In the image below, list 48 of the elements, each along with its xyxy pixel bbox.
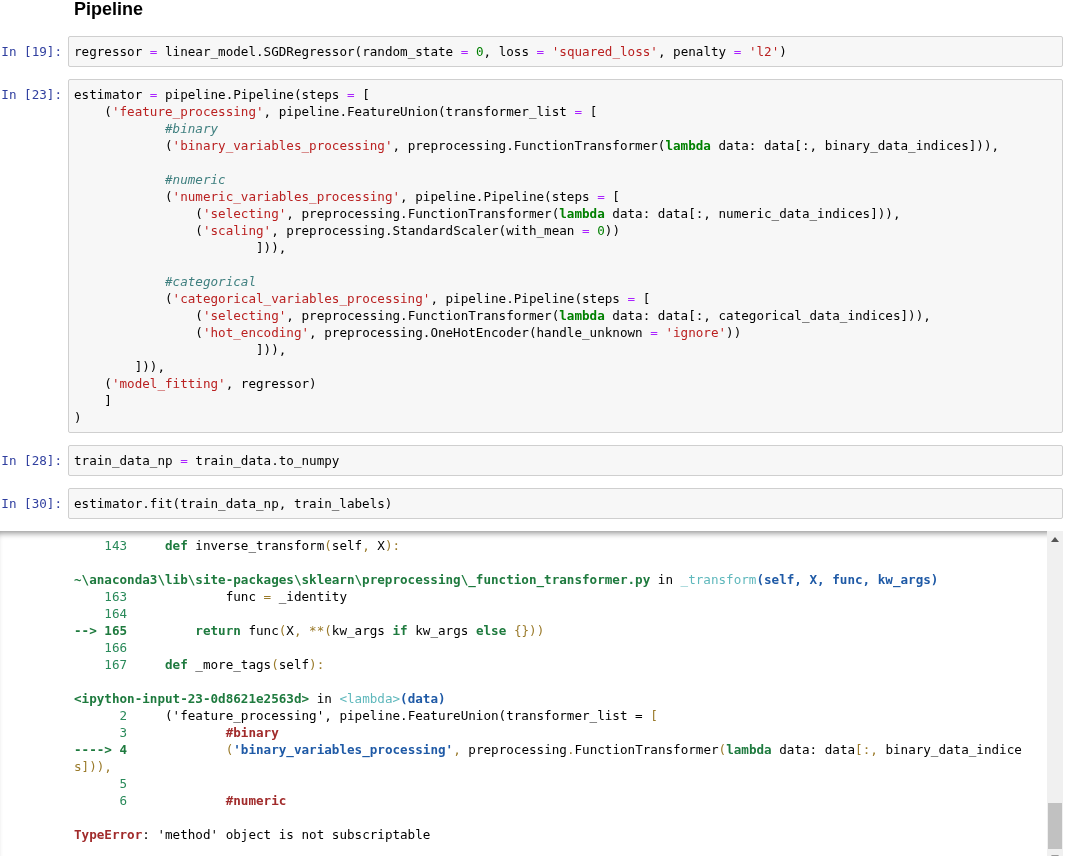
scroll-up-icon[interactable] (1051, 537, 1059, 542)
code-line: #numeric (164, 171, 227, 188)
traceback-line: 3 #binary (118, 724, 280, 741)
code-line: ] (103, 392, 113, 409)
section-heading: Pipeline (74, 0, 144, 18)
code-line: ])), (133, 358, 166, 375)
code-line: ('selecting', preprocessing.FunctionTransformer(lambda data: data[:, numeric_data_indices])), (194, 205, 902, 222)
traceback-line: 166 (103, 639, 129, 656)
traceback-line: ~\anaconda3\lib\site-packages\sklearn\preprocessing\_function_transformer.py in _transform(self, X, func, kw_args) (74, 571, 940, 588)
traceback-line: 167 def _more_tags(self): (103, 656, 326, 673)
traceback-line: s])), (74, 758, 113, 775)
traceback-line: 164 (103, 605, 129, 622)
traceback-line: 5 (118, 775, 129, 792)
code-line: ) (74, 409, 83, 426)
code-line: ('feature_processing', pipeline.FeatureUnion(transformer_list = [ (103, 103, 599, 120)
cell-prompt: In [28]: (0, 452, 63, 469)
traceback-line: 143 def inverse_transform(self, X): (103, 537, 402, 554)
code-line: train_data_np = train_data.to_numpy (74, 452, 341, 469)
traceback-line: <ipython-input-23-0d8621e2563d> in <lambda>(data) (74, 690, 447, 707)
code-line: ('categorical_variables_processing', pipeline.Pipeline(steps = [ (164, 290, 652, 307)
cell-prompt: In [23]: (0, 86, 63, 103)
code-line: ('numeric_variables_processing', pipeline.Pipeline(steps = [ (164, 188, 621, 205)
traceback-line: 163 func = _identity (103, 588, 348, 605)
code-line: ('selecting', preprocessing.FunctionTransformer(lambda data: data[:, categorical_data_indices])), (194, 307, 932, 324)
traceback-line: ----> 4 ('binary_variables_processing', preprocessing.FunctionTransformer(lambda data: data[:, binary_data_indice (74, 741, 1023, 758)
code-line: regressor = linear_model.SGDRegressor(random_state = 0, loss = 'squared_loss', penalty = 'l2') (74, 43, 788, 60)
cell-prompt: In [30]: (0, 495, 63, 512)
code-line: ('hot_encoding', preprocessing.OneHotEncoder(handle_unknown = 'ignore')) (194, 324, 743, 341)
traceback-line: --> 165 return func(X, **(kw_args if kw_args else {})) (74, 622, 546, 639)
code-line: ('scaling', preprocessing.StandardScaler(with_mean = 0)) (194, 222, 621, 239)
error-message: TypeError: 'method' object is not subscriptable (74, 826, 432, 843)
code-cell[interactable]: regressor = linear_model.SGDRegressor(random_state = 0, loss = 'squared_loss', penalty = 'l2') (68, 36, 1063, 67)
code-cell[interactable]: estimator.fit(train_data_np, train_labels) (68, 488, 1063, 519)
code-line: #binary (164, 120, 220, 137)
code-line: estimator = pipeline.Pipeline(steps = [ (74, 86, 371, 103)
code-line: ('model_fitting', regressor) (103, 375, 318, 392)
code-line: #categorical (164, 273, 257, 290)
code-line: estimator.fit(train_data_np, train_labels) (74, 495, 394, 512)
code-line: ('binary_variables_processing', preprocessing.FunctionTransformer(lambda data: data[:, binary_data_indices])), (164, 137, 1001, 154)
scrollbar[interactable] (1047, 531, 1063, 856)
code-line: ])), (254, 341, 288, 358)
traceback-line: 2 ('feature_processing', pipeline.FeatureUnion(transformer_list = [ (118, 707, 659, 724)
code-cell[interactable] (68, 79, 1063, 433)
traceback-line: 6 #numeric (118, 792, 288, 809)
code-cell[interactable]: train_data_np = train_data.to_numpy (68, 445, 1063, 476)
code-line: ])), (254, 239, 288, 256)
cell-prompt: In [19]: (0, 43, 63, 60)
scrollbar-thumb[interactable] (1048, 803, 1062, 849)
